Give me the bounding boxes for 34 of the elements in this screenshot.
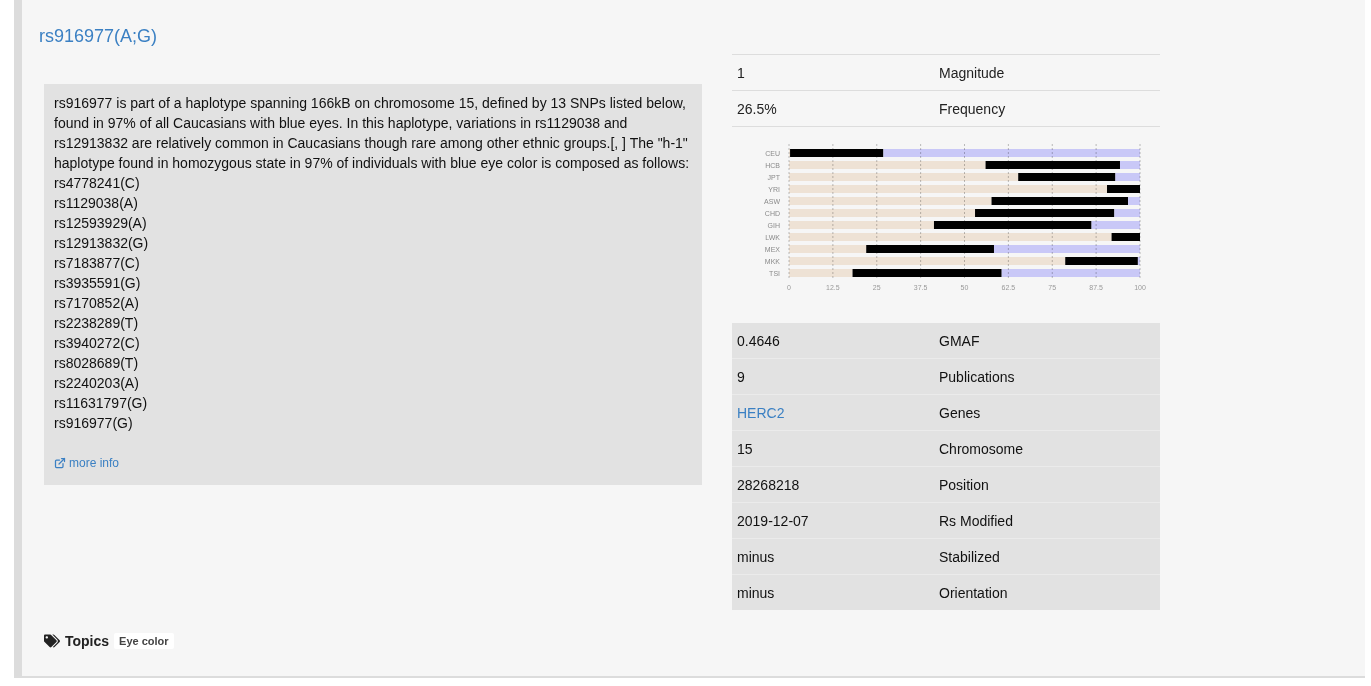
detail-label: Rs Modified xyxy=(934,502,1160,539)
stat-value: 26.5% xyxy=(732,90,934,127)
detail-label: Orientation xyxy=(934,574,1160,610)
snp-entry: rs7183877(C) xyxy=(54,254,141,273)
snp-entry: rs11631797(G) xyxy=(54,394,149,413)
snp-entry: rs8028689(T) xyxy=(54,354,140,373)
stat-label: Magnitude xyxy=(934,54,1160,91)
detail-value: 15 xyxy=(732,430,934,467)
snp-entry: rs2240203(A) xyxy=(54,374,140,393)
detail-value: 0.4646 xyxy=(732,323,934,359)
detail-value: 28268218 xyxy=(732,466,934,503)
detail-value: 2019-12-07 xyxy=(732,502,934,539)
description-text: rs916977 is part of a haplotype spanning 166kB on chromosome 15, defined by 13 SNPs listed below, found in 97% of all Caucasians with blue eyes. In this haplotype, variations in rs1129038 and rs12913832 are relatively common in Caucasians though rare among other ethnic groups.[, ] The "h-1" haplotype found in homozygous state in 97% of individuals with blue eye color is composed as follows: xyxy=(54,94,691,173)
snp-entry: rs1129038(A) xyxy=(54,194,139,213)
topics-heading: Topics xyxy=(65,632,110,651)
detail-label: Publications xyxy=(934,358,1160,395)
snp-entry: rs12913832(G) xyxy=(54,234,150,253)
detail-label: Genes xyxy=(934,394,1160,431)
detail-label: Chromosome xyxy=(934,430,1160,467)
detail-label: Position xyxy=(934,466,1160,503)
snp-entry: rs4778241(C) xyxy=(54,174,141,193)
snp-entry: rs3940272(C) xyxy=(54,334,141,353)
detail-value: minus xyxy=(732,574,934,610)
snp-entry: rs7170852(A) xyxy=(54,294,140,313)
detail-value: 9 xyxy=(732,358,934,395)
snp-entry: rs12593929(A) xyxy=(54,214,148,233)
snp-entry: rs3935591(G) xyxy=(54,274,142,293)
detail-label: Stabilized xyxy=(934,538,1160,575)
stat-label: Frequency xyxy=(934,90,1160,127)
stat-value: 1 xyxy=(732,54,934,91)
detail-value: minus xyxy=(732,538,934,575)
detail-label: GMAF xyxy=(934,323,1160,359)
snp-entry: rs2238289(T) xyxy=(54,314,140,333)
snp-entry: rs916977(G) xyxy=(54,414,134,433)
